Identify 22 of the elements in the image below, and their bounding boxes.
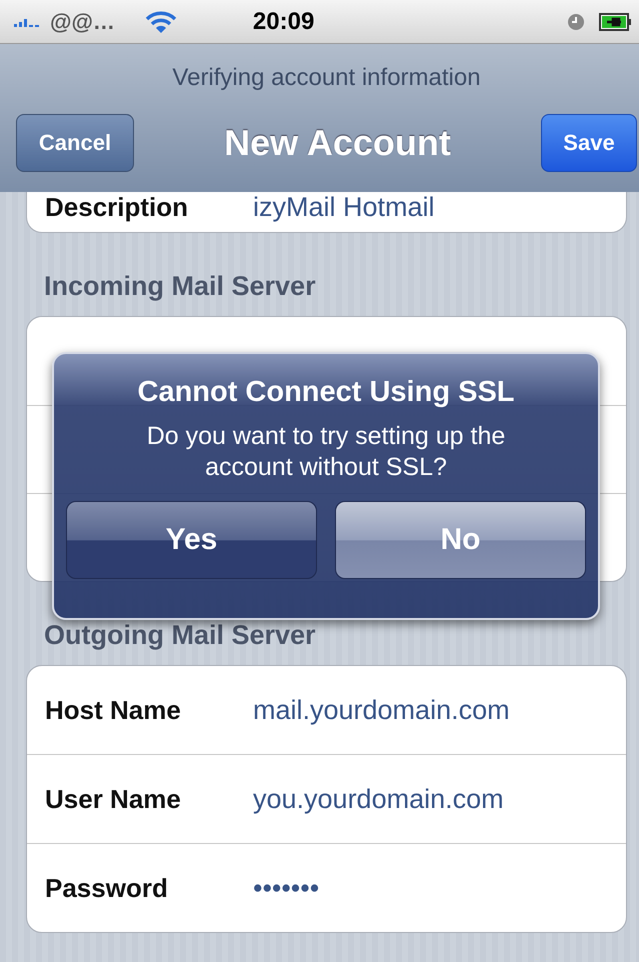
field-value[interactable]: you.yourdomain.com bbox=[253, 784, 504, 814]
carrier-name: @@… bbox=[50, 8, 115, 34]
field-value[interactable]: izyMail Hotmail bbox=[253, 192, 435, 223]
field-value[interactable]: ••••••• bbox=[253, 872, 320, 904]
section-header: Incoming Mail Server bbox=[43, 270, 317, 303]
save-button[interactable]: Save bbox=[541, 114, 637, 172]
battery-charging-icon bbox=[599, 12, 631, 30]
alert-message: Do you want to try setting up the account without SSL? bbox=[146, 421, 506, 483]
nav-title: New Account bbox=[224, 122, 451, 164]
alert-title: Cannot Connect Using SSL bbox=[136, 376, 516, 409]
section-header: Outgoing Mail Server bbox=[43, 619, 317, 652]
status-time: 20:09 bbox=[252, 8, 316, 36]
field-label: Password bbox=[45, 872, 169, 904]
nav-prompt: Verifying account information bbox=[171, 63, 482, 93]
field-label: Description bbox=[45, 192, 190, 223]
field-label: User Name bbox=[45, 784, 182, 814]
clock-icon bbox=[567, 12, 585, 30]
cancel-button[interactable]: Cancel bbox=[16, 114, 134, 172]
wifi-icon bbox=[144, 10, 177, 34]
field-label: Host Name bbox=[45, 694, 182, 726]
field-value[interactable]: mail.yourdomain.com bbox=[253, 694, 510, 726]
yes-button[interactable]: Yes bbox=[66, 501, 317, 579]
